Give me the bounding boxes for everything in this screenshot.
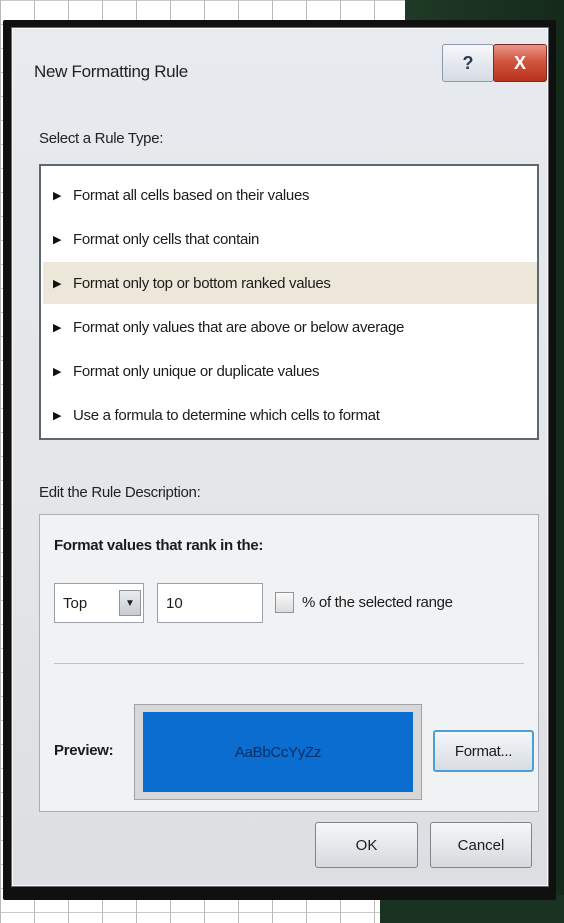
triangle-bullet-icon: ▶: [53, 277, 62, 290]
rule-type-item-label: Format only values that are above or bel…: [73, 318, 405, 336]
help-button[interactable]: ?: [442, 44, 494, 82]
format-button[interactable]: Format...: [433, 730, 534, 772]
rule-type-item-label: Format all cells based on their values: [73, 186, 310, 204]
new-formatting-rule-dialog: New Formatting Rule ? X Select a Rule Ty…: [11, 27, 549, 887]
rank-count-input[interactable]: 10: [157, 583, 263, 623]
help-icon: ?: [462, 52, 474, 73]
rank-count-value: 10: [166, 595, 183, 612]
ok-button[interactable]: OK: [315, 822, 418, 868]
format-button-label: Format...: [454, 742, 513, 760]
percent-checkbox-label[interactable]: % of the selected range: [302, 594, 453, 611]
rule-type-item[interactable]: ▶ Format only cells that contain: [43, 218, 537, 260]
rule-type-item-selected[interactable]: ▶ Format only top or bottom ranked value…: [43, 262, 537, 304]
rule-type-item[interactable]: ▶ Use a formula to determine which cells…: [43, 394, 537, 436]
format-preview-fill: AaBbCcYyZz: [143, 712, 413, 792]
rule-type-item-label: Format only cells that contain: [73, 230, 260, 248]
percent-checkbox[interactable]: [275, 592, 294, 613]
rule-type-item[interactable]: ▶ Format only unique or duplicate values: [43, 350, 537, 392]
top-bottom-select-value: Top: [63, 595, 88, 612]
ok-button-label: OK: [355, 836, 378, 854]
format-preview: AaBbCcYyZz: [134, 704, 422, 800]
triangle-bullet-icon: ▶: [53, 321, 62, 334]
cancel-button[interactable]: Cancel: [430, 822, 532, 868]
close-icon: X: [513, 52, 526, 73]
dialog-titlebar: New Formatting Rule ? X: [12, 28, 548, 110]
rule-type-item-label: Use a formula to determine which cells t…: [73, 406, 380, 424]
rule-description-panel: Format values that rank in the: Top ▼ 10…: [39, 514, 539, 812]
cancel-button-label: Cancel: [457, 836, 505, 854]
triangle-bullet-icon: ▶: [53, 189, 62, 202]
rank-heading: Format values that rank in the:: [54, 537, 264, 554]
rule-type-item-label: Format only top or bottom ranked values: [73, 274, 331, 292]
preview-label: Preview:: [54, 742, 114, 759]
rule-description-label: Edit the Rule Description:: [39, 484, 201, 501]
top-bottom-select[interactable]: Top ▼: [54, 583, 144, 623]
dialog-title: New Formatting Rule: [34, 62, 188, 81]
rule-type-item[interactable]: ▶ Format only values that are above or b…: [43, 306, 537, 348]
rule-type-item[interactable]: ▶ Format all cells based on their values: [43, 174, 537, 216]
triangle-bullet-icon: ▶: [53, 365, 62, 378]
preview-sample-text: AaBbCcYyZz: [234, 743, 322, 761]
close-button[interactable]: X: [493, 44, 547, 82]
dropdown-arrow-icon[interactable]: ▼: [119, 590, 141, 616]
rule-type-item-label: Format only unique or duplicate values: [73, 362, 320, 380]
triangle-bullet-icon: ▶: [53, 233, 62, 246]
section-divider: [54, 663, 524, 664]
rule-type-label: Select a Rule Type:: [39, 130, 164, 147]
triangle-bullet-icon: ▶: [53, 409, 62, 422]
rule-type-list: ▶ Format all cells based on their values…: [39, 164, 539, 440]
